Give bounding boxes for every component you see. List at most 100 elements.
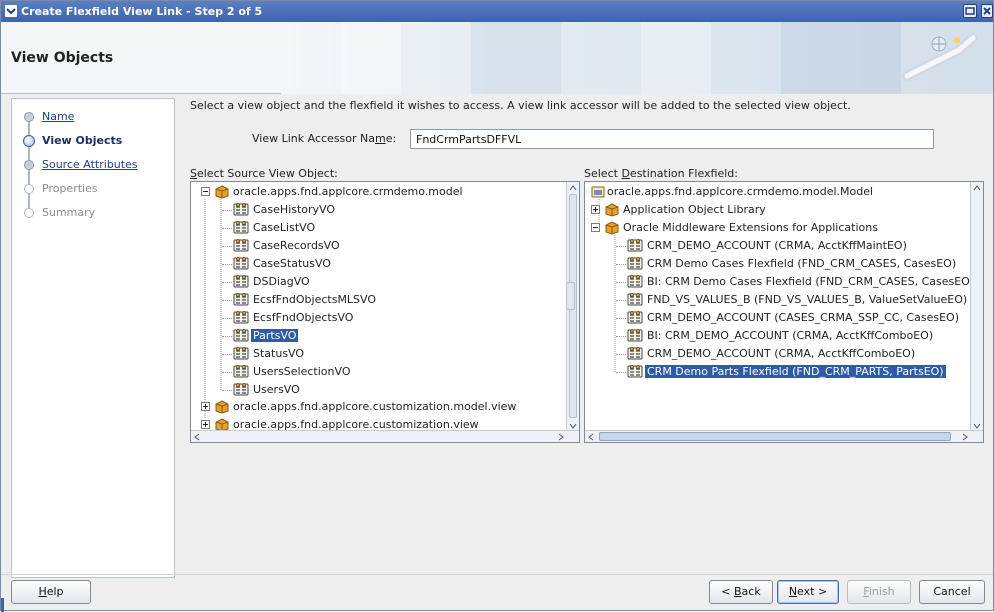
package-icon [215, 185, 229, 202]
step-properties-label: Properties [42, 182, 98, 195]
tree-row-group[interactable]: Application Object Library [585, 201, 972, 219]
destination-flexfield-tree[interactable]: oracle.apps.fnd.applcore.crmdemo.model.M… [584, 181, 984, 443]
tree-row[interactable]: BI: CRM Demo Cases Flexfield (FND_CRM_CA… [585, 273, 974, 292]
tree-connector [616, 372, 626, 373]
next-button[interactable]: Next > [777, 580, 839, 604]
tree-connector [222, 228, 232, 229]
tree-connector [222, 372, 232, 373]
tree-row[interactable]: CRM Demo Cases Flexfield (FND_CRM_CASES,… [585, 255, 956, 273]
tree-node-label: CRM_DEMO_ACCOUNT (CASES_CRMA_SSP_CC, Cas… [647, 311, 959, 324]
tree-node-label: Oracle Middleware Extensions for Applica… [623, 221, 878, 234]
tree-row[interactable]: EcsfFndObjectsVO [191, 309, 561, 327]
step-source-attributes[interactable]: Source Attributes [12, 155, 172, 175]
package-icon [605, 221, 619, 238]
tree-row-root[interactable]: oracle.apps.fnd.applcore.crmdemo.model.M… [585, 183, 972, 201]
tree-node-label: EcsfFndObjectsMLSVO [253, 293, 377, 306]
scroll-right-icon[interactable] [555, 431, 567, 443]
step-source-attributes-link[interactable]: Source Attributes [42, 158, 138, 171]
step-name-link[interactable]: Name [42, 110, 74, 123]
scroll-up-icon[interactable] [567, 182, 579, 194]
splitter-handle[interactable] [566, 282, 575, 310]
view-object-icon [627, 274, 643, 292]
scroll-thumb[interactable] [599, 432, 951, 441]
tree-connector [616, 318, 626, 319]
mnemonic: m [375, 132, 386, 145]
collapse-icon[interactable] [201, 187, 210, 196]
instruction-text: Select a view object and the flexfield i… [190, 99, 851, 112]
tree-row[interactable]: CaseHistoryVO [191, 201, 561, 219]
tree-node-label: FND_VS_VALUES_B (FND_VS_VALUES_B, ValueS… [647, 293, 968, 306]
horizontal-scrollbar[interactable] [191, 430, 579, 443]
expand-icon[interactable] [201, 402, 210, 411]
tree-row[interactable]: BI: CRM_DEMO_ACCOUNT (CRMA, AcctKffCombo… [585, 327, 955, 345]
view-object-icon [627, 328, 643, 346]
tree-row[interactable]: FND_VS_VALUES_B (FND_VS_VALUES_B, ValueS… [585, 291, 967, 309]
step-current-icon [23, 135, 35, 147]
tree-row[interactable]: StatusVO [191, 345, 561, 363]
tree-row[interactable]: CaseListVO [191, 219, 561, 237]
tree-row-package[interactable]: oracle.apps.fnd.applcore.crmdemo.model [191, 183, 568, 201]
tree-row[interactable]: CaseRecordsVO [191, 237, 561, 255]
tree-connector [222, 282, 232, 283]
tree-node-label: CaseListVO [253, 221, 316, 234]
tree-connector [222, 246, 232, 247]
tree-node-label: oracle.apps.fnd.applcore.customization.m… [233, 400, 517, 413]
tree-connector [222, 264, 232, 265]
tree-row[interactable]: UsersSelectionVO [191, 363, 561, 381]
button-label: ack [741, 585, 761, 598]
tree-connector [616, 300, 626, 301]
expand-icon[interactable] [201, 420, 210, 429]
tree-row[interactable]: CRM_DEMO_ACCOUNT (CRMA, AcctKffMaintEO) [585, 237, 955, 255]
view-object-icon [233, 202, 249, 220]
tree-connector [222, 300, 232, 301]
horizontal-scrollbar[interactable] [585, 430, 983, 443]
button-label: elp [46, 585, 64, 598]
destination-flexfield-label: Select Destination Flexfield: [584, 167, 738, 180]
tree-row[interactable]: CaseStatusVO [191, 255, 561, 273]
expand-icon[interactable] [591, 205, 600, 214]
tree-node-label: Application Object Library [623, 203, 766, 216]
title-bar[interactable]: Create Flexfield View Link - Step 2 of 5 [1, 1, 993, 22]
tree-row-selected[interactable]: CRM Demo Parts Flexfield (FND_CRM_PARTS,… [585, 363, 955, 381]
view-object-icon [627, 346, 643, 364]
tree-row-selected[interactable]: PartsVO [191, 327, 561, 345]
source-view-object-tree[interactable]: oracle.apps.fnd.applcore.crmdemo.model C… [190, 181, 580, 443]
tree-row[interactable]: EcsfFndObjectsMLSVO [191, 291, 561, 309]
tree-node-label: CRM_DEMO_ACCOUNT (CRMA, AcctKffMaintEO) [647, 239, 907, 252]
label-part: elect Source View Object: [196, 167, 338, 180]
scroll-left-icon[interactable] [585, 431, 597, 443]
button-label: ext > [797, 585, 828, 598]
step-view-objects[interactable]: View Objects [12, 131, 172, 151]
tree-row[interactable]: UsersVO [191, 381, 561, 399]
cancel-button[interactable]: Cancel [919, 580, 985, 604]
collapse-icon[interactable] [591, 223, 600, 232]
view-object-icon [233, 346, 249, 364]
tree-row[interactable]: CRM_DEMO_ACCOUNT (CASES_CRMA_SSP_CC, Cas… [585, 309, 959, 327]
finish-button[interactable]: Finish [847, 580, 911, 604]
tree-row[interactable]: CRM_DEMO_ACCOUNT (CRMA, AcctKffComboEO) [585, 345, 955, 363]
tree-row-package[interactable]: oracle.apps.fnd.applcore.customization.m… [191, 398, 568, 416]
tree-node-label: UsersVO [253, 383, 300, 396]
accessor-name-input[interactable] [410, 129, 934, 149]
scroll-up-icon[interactable] [971, 182, 983, 194]
tree-row-group[interactable]: Oracle Middleware Extensions for Applica… [585, 219, 972, 237]
tree-node-label: StatusVO [253, 347, 305, 360]
tree-node-label: CRM_DEMO_ACCOUNT (CRMA, AcctKffComboEO) [647, 347, 916, 360]
vertical-scrollbar[interactable] [970, 182, 983, 432]
maximize-icon[interactable] [963, 4, 977, 18]
tree-node-label: PartsVO [251, 329, 299, 342]
package-icon [605, 203, 619, 220]
back-button[interactable]: < Back [709, 580, 773, 604]
close-icon[interactable] [981, 4, 993, 18]
tree-row[interactable]: DSDiagVO [191, 273, 561, 291]
mnemonic: N [788, 585, 798, 598]
scroll-left-icon[interactable] [191, 431, 203, 443]
accessor-name-label: View Link Accessor Name: [252, 132, 396, 145]
tree-connector [616, 246, 626, 247]
step-name[interactable]: Name [12, 107, 172, 127]
window-menu-icon[interactable] [5, 5, 17, 17]
scroll-right-icon[interactable] [959, 431, 971, 443]
tree-node-label: CRM Demo Parts Flexfield (FND_CRM_PARTS,… [645, 365, 946, 378]
help-button[interactable]: Help [11, 580, 91, 604]
label-part: Select [584, 167, 622, 180]
